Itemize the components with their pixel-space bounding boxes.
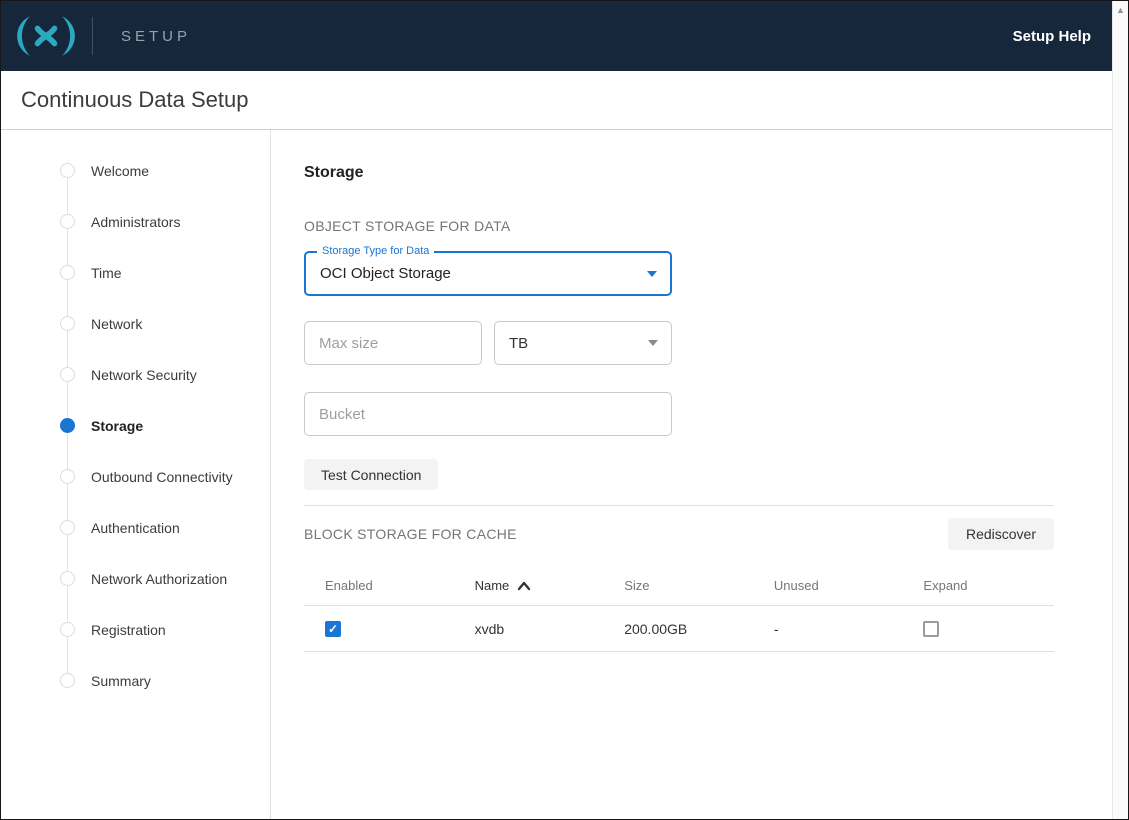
- step-network-security[interactable]: Network Security: [1, 349, 270, 400]
- header-divider: [92, 17, 93, 55]
- storage-type-value: OCI Object Storage: [320, 265, 451, 282]
- product-name: SETUP: [121, 27, 192, 45]
- delphix-logo-icon: [17, 16, 75, 56]
- page-title-bar: Continuous Data Setup: [1, 71, 1114, 130]
- step-circle-icon: [60, 214, 75, 229]
- column-size: Size: [603, 564, 753, 606]
- enabled-checkbox[interactable]: [325, 621, 341, 637]
- test-connection-button[interactable]: Test Connection: [304, 459, 439, 490]
- step-outbound-connectivity[interactable]: Outbound Connectivity: [1, 451, 270, 502]
- step-circle-icon: [60, 163, 75, 178]
- page-title: Continuous Data Setup: [21, 87, 249, 112]
- storage-heading: Storage: [304, 164, 364, 181]
- setup-window: ▲ SETUP Setup Help Continuous Data Setup: [0, 0, 1129, 820]
- step-circle-icon: [60, 571, 75, 586]
- block-storage-table: Enabled Name Size Unused Expand ✓ xvdb 2…: [304, 564, 1054, 652]
- storage-type-select[interactable]: Storage Type for Data OCI Object Storage: [304, 245, 672, 296]
- step-circle-icon: [60, 520, 75, 535]
- device-size-cell: 200.00GB: [603, 605, 753, 652]
- step-authentication[interactable]: Authentication: [1, 502, 270, 553]
- table-row: xvdb 200.00GB -: [304, 605, 1054, 652]
- chevron-down-icon: [647, 270, 657, 277]
- app-header: SETUP Setup Help: [1, 1, 1114, 71]
- step-network[interactable]: Network: [1, 298, 270, 349]
- step-registration[interactable]: Registration: [1, 604, 270, 655]
- step-circle-icon: [60, 367, 75, 382]
- size-unit-select[interactable]: TB: [494, 321, 672, 365]
- size-unit-value: TB: [509, 334, 529, 352]
- rediscover-button[interactable]: Rediscover: [947, 518, 1054, 550]
- device-unused-cell: -: [752, 605, 903, 652]
- step-welcome[interactable]: Welcome: [1, 145, 270, 196]
- object-storage-section-title: OBJECT STORAGE FOR DATA: [304, 218, 511, 234]
- step-administrators[interactable]: Administrators: [1, 196, 270, 247]
- storage-type-label: Storage Type for Data: [317, 245, 435, 257]
- sort-ascending-icon: [518, 581, 531, 590]
- section-divider: [304, 505, 1054, 506]
- max-size-input[interactable]: [304, 321, 482, 365]
- chevron-down-icon: [648, 340, 658, 346]
- expand-checkbox[interactable]: [923, 621, 940, 637]
- step-storage[interactable]: Storage: [1, 400, 270, 451]
- column-expand: Expand: [902, 564, 1054, 606]
- step-summary[interactable]: Summary: [1, 655, 270, 706]
- step-circle-icon: [60, 316, 75, 331]
- step-circle-icon: [60, 673, 75, 688]
- table-header-row: Enabled Name Size Unused Expand: [304, 564, 1054, 606]
- setup-stepper-sidebar: Welcome Administrators Time Network Netw…: [1, 130, 271, 819]
- step-network-authorization[interactable]: Network Authorization: [1, 553, 270, 604]
- bucket-input[interactable]: [304, 392, 672, 436]
- scroll-up-arrow-icon[interactable]: ▲: [1113, 1, 1128, 15]
- column-unused: Unused: [752, 564, 903, 606]
- step-circle-icon: [60, 622, 75, 637]
- setup-help-link[interactable]: Setup Help: [1013, 28, 1091, 45]
- device-name-cell: xvdb: [453, 605, 604, 652]
- block-storage-section-title: BLOCK STORAGE FOR CACHE: [304, 526, 517, 542]
- column-name-sortable[interactable]: Name: [453, 564, 604, 606]
- step-circle-icon: [60, 265, 75, 280]
- vertical-scrollbar[interactable]: ▲: [1112, 1, 1128, 819]
- step-circle-active-icon: [60, 418, 75, 433]
- step-time[interactable]: Time: [1, 247, 270, 298]
- column-enabled: Enabled: [304, 564, 454, 606]
- step-circle-icon: [60, 469, 75, 484]
